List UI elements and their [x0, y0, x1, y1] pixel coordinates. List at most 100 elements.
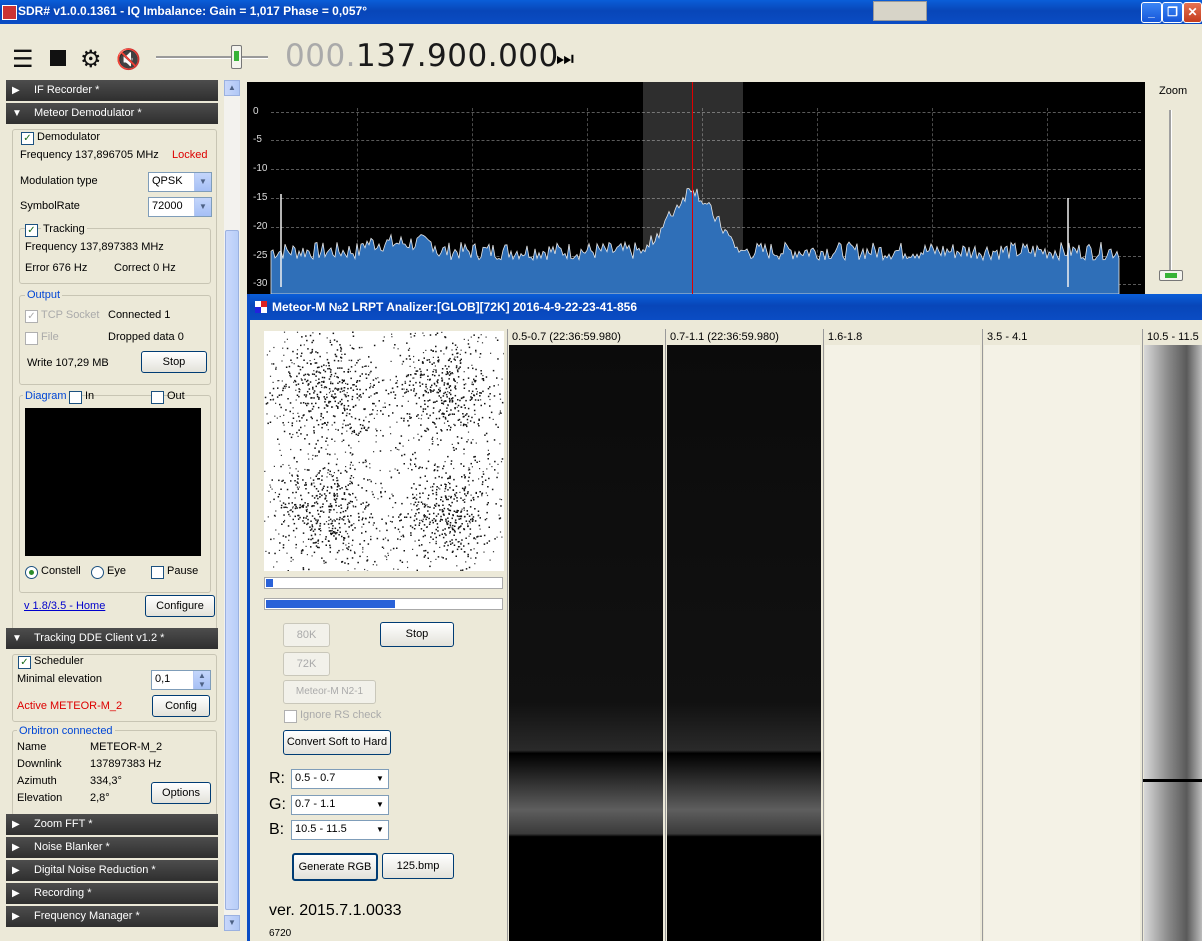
gear-icon[interactable]: ⚙	[80, 48, 102, 72]
constellation-point	[431, 485, 434, 488]
constellation-point	[434, 504, 436, 506]
constellation-point	[477, 510, 480, 512]
constellation-point	[422, 410, 424, 413]
constell-radio[interactable]	[25, 566, 38, 579]
constellation-point	[326, 352, 328, 354]
options-button[interactable]: Options	[151, 782, 211, 804]
constellation-point	[339, 391, 342, 393]
scheduler-checkbox[interactable]: ✓	[18, 656, 31, 669]
r-channel-select[interactable]: 0.5 - 0.7 ▼	[291, 769, 389, 789]
constellation-point	[448, 374, 451, 376]
tracking-checkbox[interactable]: ✓	[25, 224, 38, 237]
config-button[interactable]: Config	[152, 695, 210, 717]
active-satellite: Active METEOR-M_2	[17, 700, 123, 712]
constellation-point	[285, 385, 287, 388]
taskbar-widget[interactable]	[873, 1, 927, 21]
diagram-out-checkbox[interactable]	[151, 391, 164, 404]
generate-rgb-button[interactable]: Generate RGB	[292, 853, 378, 881]
section-recording[interactable]: ▶ Recording *	[6, 883, 218, 904]
close-button[interactable]: ✕	[1183, 2, 1202, 23]
constellation-point	[467, 367, 470, 369]
eye-radio[interactable]	[91, 566, 104, 579]
min-elevation-spinner[interactable]: 0,1 ▲ ▼	[151, 670, 211, 690]
diagram-in-checkbox[interactable]	[69, 391, 82, 404]
constellation-point	[329, 375, 332, 378]
constellation-point	[328, 509, 331, 511]
minimize-button[interactable]: _	[1141, 2, 1162, 23]
bmp-file-button[interactable]: 125.bmp	[382, 853, 454, 879]
section-dnr[interactable]: ▶ Digital Noise Reduction *	[6, 860, 218, 881]
b-channel-select[interactable]: 10.5 - 11.5 ▼	[291, 820, 389, 840]
constellation-point	[347, 506, 349, 508]
section-meteor-demodulator[interactable]: ▼ Meteor Demodulator *	[6, 103, 218, 124]
constellation-point	[267, 422, 269, 425]
72k-button[interactable]: 72K	[283, 652, 330, 676]
maximize-button[interactable]: ❐	[1162, 2, 1183, 23]
constellation-point	[481, 492, 484, 494]
constellation-point	[364, 365, 366, 367]
spectrum-display[interactable]: 0 -5 -10 -15 -20 -25 -30	[247, 82, 1145, 294]
constellation-point	[273, 465, 275, 467]
channel-image	[825, 345, 980, 941]
constellation-point	[330, 395, 333, 397]
section-zoom-fft[interactable]: ▶ Zoom FFT *	[6, 814, 218, 835]
frequency-display[interactable]: 000.137.900.000	[285, 38, 559, 74]
constellation-point	[454, 385, 457, 387]
constellation-point	[453, 449, 455, 451]
scroll-thumb[interactable]	[225, 230, 239, 910]
constellation-point	[385, 523, 387, 525]
zoom-slider-thumb[interactable]	[1159, 270, 1183, 281]
constellation-point	[277, 380, 279, 382]
constellation-point	[480, 372, 483, 375]
constellation-point	[310, 520, 312, 522]
section-frequency-manager[interactable]: ▶ Frequency Manager *	[6, 906, 218, 927]
constellation-point	[392, 516, 394, 518]
constellation-point	[474, 459, 476, 462]
symbolrate-select[interactable]: 72000 ▼	[148, 197, 212, 217]
output-stop-button[interactable]: Stop	[141, 351, 207, 373]
constellation-point	[283, 414, 285, 416]
constellation-point	[319, 372, 322, 374]
configure-button[interactable]: Configure	[145, 595, 215, 617]
scroll-up-button[interactable]: ▲	[224, 80, 240, 96]
scroll-down-button[interactable]: ▼	[224, 915, 240, 931]
constellation-point	[472, 518, 474, 521]
analyzer-stop-button[interactable]: Stop	[380, 622, 454, 647]
constellation-point	[471, 466, 473, 468]
demodulator-checkbox[interactable]: ✓	[21, 132, 34, 145]
convert-soft-to-hard-button[interactable]: Convert Soft to Hard	[283, 730, 391, 755]
constellation-point	[448, 392, 451, 394]
tune-icon[interactable]: ⏭	[556, 48, 574, 71]
menu-icon[interactable]: ☰	[12, 48, 34, 72]
constellation-point	[394, 502, 397, 504]
80k-button[interactable]: 80K	[283, 623, 330, 647]
section-noise-blanker[interactable]: ▶ Noise Blanker *	[6, 837, 218, 858]
section-if-recorder[interactable]: ▶ IF Recorder *	[6, 80, 218, 101]
frequency-marker[interactable]	[692, 82, 693, 294]
ignore-rs-checkbox[interactable]	[284, 710, 297, 723]
constellation-point	[282, 546, 285, 549]
constellation-point	[297, 435, 299, 437]
frequency-prefix: 000.	[285, 38, 357, 74]
volume-slider-thumb[interactable]	[231, 45, 242, 69]
pause-checkbox[interactable]	[151, 566, 164, 579]
meteor-m-n2-1-button[interactable]: Meteor-M N2-1	[283, 680, 376, 704]
mute-icon[interactable]: 🔇	[116, 48, 141, 72]
tcp-socket-checkbox[interactable]: ✓	[25, 310, 38, 323]
constellation-point	[318, 366, 320, 368]
section-tracking-dde[interactable]: ▼ Tracking DDE Client v1.2 *	[6, 628, 218, 649]
stop-icon[interactable]	[50, 50, 66, 66]
left-scrollbar[interactable]: ▲ ▼	[224, 80, 240, 931]
constellation-point	[362, 548, 364, 550]
version-link[interactable]: v 1.8/3.5 - Home	[24, 600, 105, 612]
constellation-point	[410, 534, 412, 536]
zoom-slider-track[interactable]	[1169, 110, 1172, 274]
file-checkbox[interactable]	[25, 332, 38, 345]
constellation-point	[432, 440, 434, 443]
volume-slider-track[interactable]	[156, 56, 268, 59]
modulation-select[interactable]: QPSK ▼	[148, 172, 212, 192]
constellation-point	[398, 449, 400, 451]
g-channel-select[interactable]: 0.7 - 1.1 ▼	[291, 795, 389, 815]
constellation-point	[376, 430, 378, 432]
constellation-point	[385, 556, 388, 558]
